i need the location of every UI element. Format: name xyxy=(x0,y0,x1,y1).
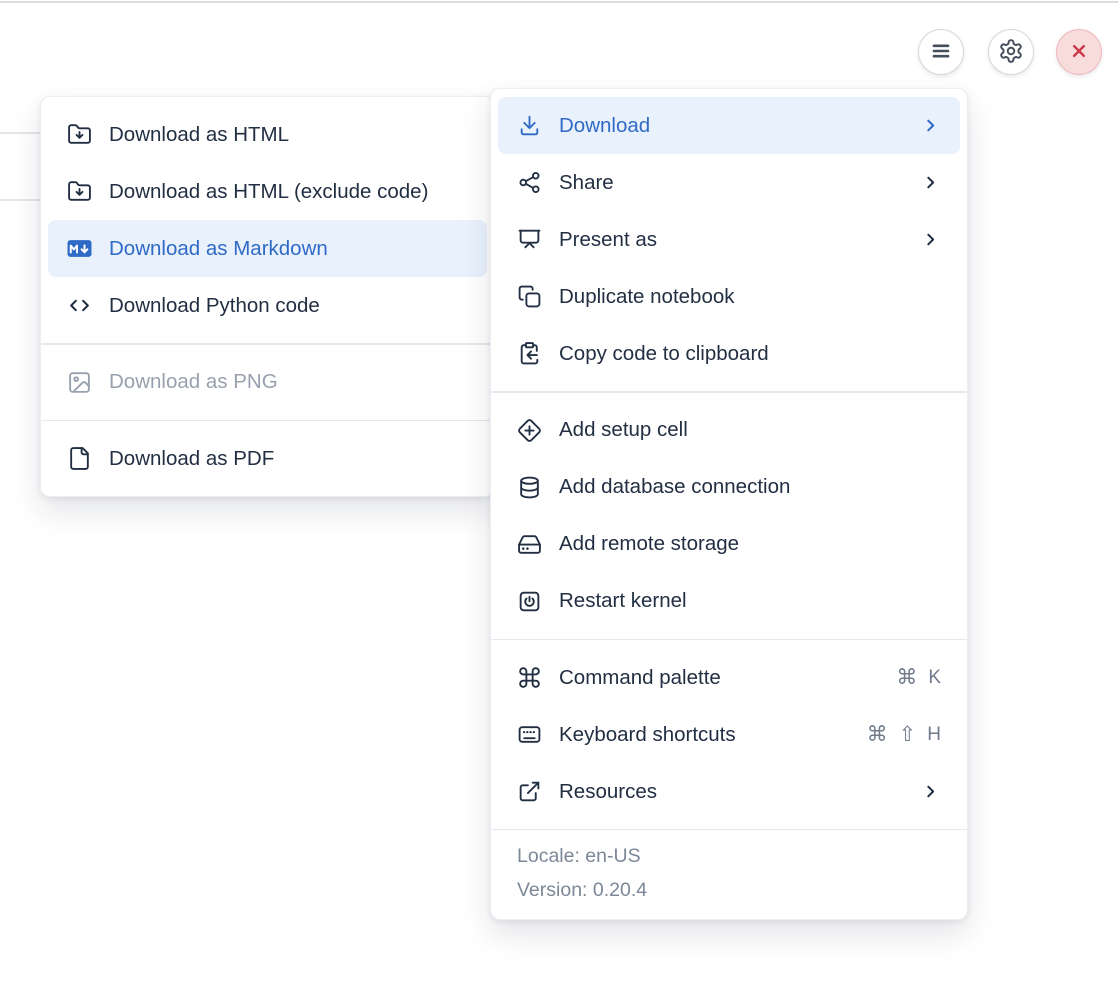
menu-item-label: Download xyxy=(559,114,903,138)
chevron-right-icon xyxy=(920,115,941,136)
menu-item-duplicate-notebook[interactable]: Duplicate notebook xyxy=(491,268,967,325)
chevron-right-icon xyxy=(920,229,941,250)
menu-item-label: Keyboard shortcuts xyxy=(559,723,850,747)
clipboard-copy-icon xyxy=(517,341,542,366)
chevron-right-icon xyxy=(920,172,941,193)
hard-drive-icon xyxy=(517,532,542,557)
menu-item-label: Download as PDF xyxy=(109,447,468,471)
menu-item-resources[interactable]: Resources xyxy=(491,763,967,820)
power-icon xyxy=(517,589,542,614)
version-text: Version: 0.20.4 xyxy=(517,873,941,907)
menu-item-label: Present as xyxy=(559,228,903,252)
menu-divider xyxy=(491,391,967,393)
menu-item-add-remote-storage[interactable]: Add remote storage xyxy=(491,516,967,573)
menu-item-download-as-html[interactable]: Download as HTML xyxy=(41,106,494,163)
database-icon xyxy=(517,475,542,500)
menu-item-download-as-png: Download as PNG xyxy=(41,354,494,411)
gear-icon xyxy=(998,38,1024,67)
menu-item-download-as-markdown[interactable]: Download as Markdown xyxy=(48,220,487,277)
menu-item-label: Command palette xyxy=(559,666,879,690)
menu-item-present-as[interactable]: Present as xyxy=(491,211,967,268)
notebook-menu-button[interactable] xyxy=(918,29,964,75)
menu-item-restart-kernel[interactable]: Restart kernel xyxy=(491,573,967,630)
menu-divider xyxy=(491,639,967,641)
folder-down-icon xyxy=(67,122,92,147)
command-icon xyxy=(517,665,542,690)
menu-item-label: Copy code to clipboard xyxy=(559,342,941,366)
menu-item-label: Download Python code xyxy=(109,294,468,318)
share-icon xyxy=(517,170,542,195)
menu-item-add-setup-cell[interactable]: Add setup cell xyxy=(491,402,967,459)
menu-item-label: Add setup cell xyxy=(559,418,941,442)
code-icon xyxy=(67,293,92,318)
menu-item-label: Download as HTML xyxy=(109,123,468,147)
menu-item-download-python-code[interactable]: Download Python code xyxy=(41,277,494,334)
close-button[interactable] xyxy=(1056,29,1102,75)
shortcut-hint: ⌘⇧H xyxy=(867,724,941,745)
menu-item-add-database-connection[interactable]: Add database connection xyxy=(491,459,967,516)
menu-item-download-as-html-exclude-code[interactable]: Download as HTML (exclude code) xyxy=(41,163,494,220)
menu-item-label: Download as Markdown xyxy=(109,237,468,261)
menu-item-label: Restart kernel xyxy=(559,589,941,613)
notebook-actions-menu: Download Share Present as Duplicate noteboo… xyxy=(490,88,968,920)
menu-item-copy-code-to-clipboard[interactable]: Copy code to clipboard xyxy=(491,325,967,382)
menu-item-label: Share xyxy=(559,171,903,195)
external-link-icon xyxy=(517,779,542,804)
close-icon xyxy=(1066,38,1092,67)
menu-divider xyxy=(41,343,494,345)
image-icon xyxy=(67,370,92,395)
keyboard-icon xyxy=(517,722,542,747)
menu-item-command-palette[interactable]: Command palette ⌘K xyxy=(491,649,967,706)
page-top-border xyxy=(0,1,1118,3)
menu-item-share[interactable]: Share xyxy=(491,154,967,211)
duplicate-icon xyxy=(517,284,542,309)
file-icon xyxy=(67,446,92,471)
menu-item-label: Download as PNG xyxy=(109,370,468,394)
menu-item-label: Duplicate notebook xyxy=(559,285,941,309)
menu-divider xyxy=(41,420,494,422)
locale-text: Locale: en-US xyxy=(517,839,941,873)
shortcut-hint: ⌘K xyxy=(896,667,941,688)
settings-button[interactable] xyxy=(988,29,1034,75)
menu-item-keyboard-shortcuts[interactable]: Keyboard shortcuts ⌘⇧H xyxy=(491,706,967,763)
presentation-icon xyxy=(517,227,542,252)
chevron-right-icon xyxy=(920,781,941,802)
menu-item-label: Download as HTML (exclude code) xyxy=(109,180,468,204)
menu-item-label: Add database connection xyxy=(559,475,941,499)
download-submenu: Download as HTML Download as HTML (exclud… xyxy=(40,96,495,497)
hamburger-icon xyxy=(928,38,954,67)
folder-down-icon xyxy=(67,179,92,204)
markdown-download-icon xyxy=(67,236,92,261)
menu-item-download-as-pdf[interactable]: Download as PDF xyxy=(41,430,494,487)
menu-item-download[interactable]: Download xyxy=(498,97,960,154)
diamond-plus-icon xyxy=(517,418,542,443)
menu-item-label: Resources xyxy=(559,780,903,804)
menu-footer: Locale: en-US Version: 0.20.4 xyxy=(491,829,967,909)
download-icon xyxy=(517,113,542,138)
menu-item-label: Add remote storage xyxy=(559,532,941,556)
